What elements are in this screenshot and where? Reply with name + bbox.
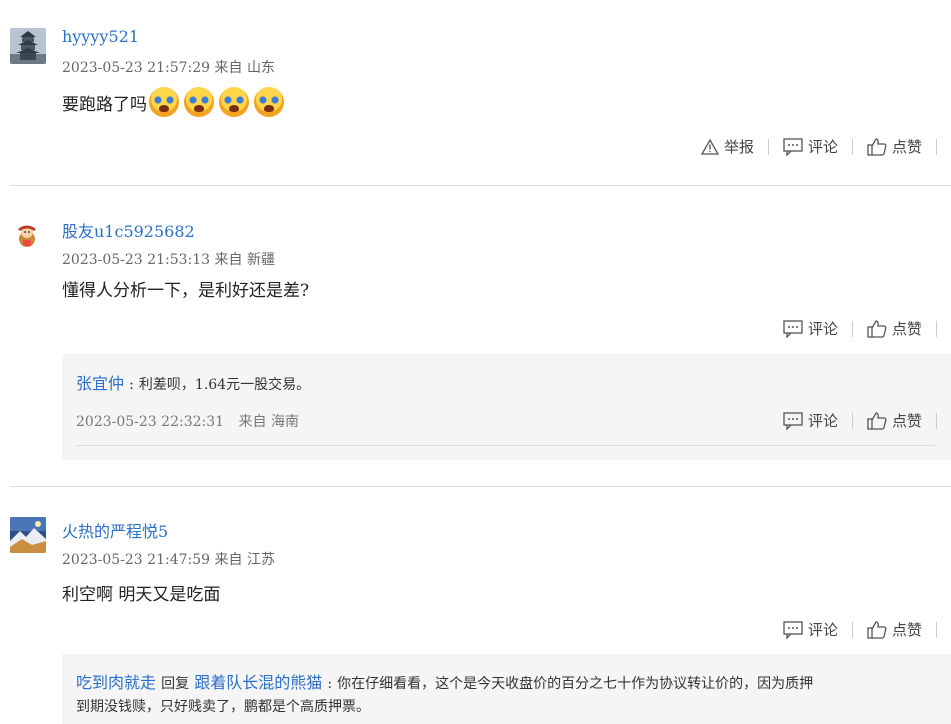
comment-text-body: 懂得人分析一下，是利好还是差? [62, 281, 310, 301]
reply-line: 吃到肉就走 回复 跟着队长混的熊猫 : 你在仔细看看，这个是今天收盘价的百分之七… [76, 672, 813, 695]
reply-to-username[interactable]: 跟着队长混的熊猫 [194, 673, 322, 692]
comment-text: 要跑路了吗 [62, 86, 284, 118]
comment-button[interactable]: 评论 [769, 136, 852, 157]
comment-button[interactable]: 评论 [769, 410, 852, 431]
comment-actions: 评论 点赞 [769, 619, 937, 640]
thumbs-up-icon [867, 411, 887, 430]
comment-label: 评论 [807, 138, 838, 156]
comment-icon [783, 137, 803, 156]
comment-meta: 2023-05-23 21:47:59 来自 江苏 [62, 549, 275, 569]
action-divider [936, 412, 937, 429]
reply-separator: : [327, 676, 333, 692]
timestamp: 2023-05-23 21:47:59 [62, 552, 211, 568]
thumbs-up-icon [867, 137, 887, 156]
username[interactable]: 股友u1c5925682 [62, 218, 195, 242]
comment-label: 评论 [807, 621, 838, 639]
location: 山东 [246, 60, 275, 76]
report-label: 举报 [723, 138, 754, 156]
username[interactable]: 火热的严程悦5 [62, 518, 168, 542]
action-divider [936, 621, 937, 638]
comment-text-body: 要跑路了吗 [62, 94, 147, 115]
comment-meta: 2023-05-23 21:57:29 来自 山东 [62, 57, 275, 77]
warning-icon [700, 138, 719, 155]
avatar[interactable] [10, 517, 46, 553]
avatar[interactable] [10, 28, 46, 64]
like-label: 点赞 [891, 138, 922, 156]
reply-username[interactable]: 吃到肉就走 [76, 673, 156, 692]
reply-box: 吃到肉就走 回复 跟着队长混的熊猫 : 你在仔细看看，这个是今天收盘价的百分之七… [62, 654, 951, 724]
like-button[interactable]: 点赞 [853, 318, 936, 339]
reply-divider [76, 445, 935, 446]
like-label: 点赞 [891, 621, 922, 639]
comment-meta: 2023-05-23 21:53:13 来自 新疆 [62, 249, 275, 269]
reply-username[interactable]: 张宜仲 [76, 374, 124, 393]
crying-face-icon [254, 87, 284, 117]
location: 江苏 [246, 552, 275, 568]
like-label: 点赞 [891, 412, 922, 430]
crying-face-icon [184, 87, 214, 117]
comment-icon [783, 620, 803, 639]
like-label: 点赞 [891, 320, 922, 338]
location: 海南 [270, 414, 299, 430]
comment-label: 评论 [807, 320, 838, 338]
comment-item: 火热的严程悦5 2023-05-23 21:47:59 来自 江苏 利空啊 明天… [0, 487, 951, 724]
reply-line: 张宜仲 : 利差呗，1.64元一股交易。 [76, 370, 310, 394]
from-label: 来自 [238, 414, 267, 430]
timestamp: 2023-05-23 21:57:29 [62, 60, 211, 76]
from-label: 来自 [214, 60, 243, 76]
timestamp: 2023-05-23 22:32:31 [76, 414, 225, 430]
like-button[interactable]: 点赞 [853, 136, 936, 157]
location: 新疆 [246, 252, 275, 268]
reply-word: 回复 [161, 676, 190, 692]
crying-face-icon [149, 87, 179, 117]
from-label: 来自 [214, 252, 243, 268]
comment-item: hyyyy521 2023-05-23 21:57:29 来自 山东 要跑路了吗… [0, 0, 951, 186]
comment-text: 利空啊 明天又是吃面 [62, 580, 220, 605]
comment-text: 懂得人分析一下，是利好还是差? [62, 276, 309, 301]
username[interactable]: hyyyy521 [62, 27, 139, 46]
comment-label: 评论 [807, 412, 838, 430]
comment-button[interactable]: 评论 [769, 318, 852, 339]
reply-text: 利差呗，1.64元一股交易。 [138, 377, 311, 393]
reply-text-continued: 到期没钱赎，只好贱卖了，鹏都是个高质押票。 [76, 699, 370, 715]
timestamp: 2023-05-23 21:53:13 [62, 252, 211, 268]
comment-actions: 举报 评论 点赞 [687, 136, 937, 157]
reply-box: 张宜仲 : 利差呗，1.64元一股交易。 2023-05-23 22:32:31… [62, 354, 951, 460]
reply-separator: : [129, 377, 134, 393]
reply-meta: 2023-05-23 22:32:31 来自 海南 [76, 411, 299, 431]
crying-face-icon [219, 87, 249, 117]
comment-icon [783, 411, 803, 430]
comment-item: 股友u1c5925682 2023-05-23 21:53:13 来自 新疆 懂… [0, 186, 951, 487]
like-button[interactable]: 点赞 [853, 410, 936, 431]
comment-icon [783, 319, 803, 338]
action-divider [936, 320, 937, 337]
comment-text-body: 利空啊 明天又是吃面 [62, 585, 221, 605]
thumbs-up-icon [867, 620, 887, 639]
from-label: 来自 [214, 552, 243, 568]
like-button[interactable]: 点赞 [853, 619, 936, 640]
report-button[interactable]: 举报 [687, 136, 768, 157]
avatar[interactable] [12, 220, 42, 250]
reply-actions: 评论 点赞 [769, 410, 937, 431]
comment-button[interactable]: 评论 [769, 619, 852, 640]
reply-text: 你在仔细看看，这个是今天收盘价的百分之七十作为协议转让价的，因为质押 [337, 676, 814, 692]
action-divider [936, 138, 937, 155]
thumbs-up-icon [867, 319, 887, 338]
comment-actions: 评论 点赞 [769, 318, 937, 339]
